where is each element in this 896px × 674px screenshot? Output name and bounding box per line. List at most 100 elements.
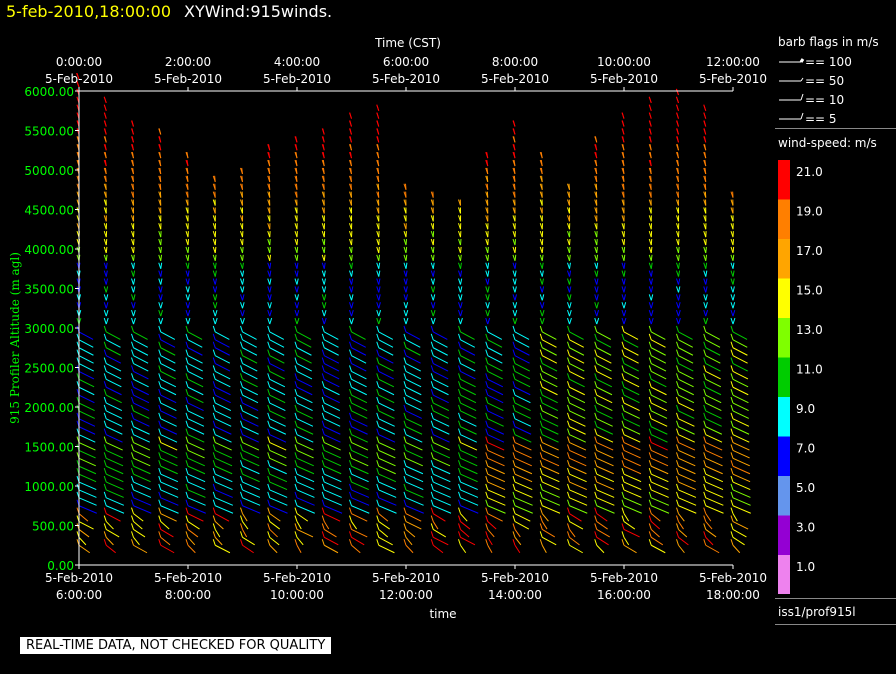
wind-barb-shaft — [678, 521, 684, 530]
wind-barb-shaft — [215, 513, 230, 522]
wind-barb-shaft — [623, 457, 641, 467]
wind-barb-shaft — [678, 434, 695, 443]
wind-barb-shaft — [460, 394, 477, 404]
wind-barb-shaft — [324, 339, 339, 348]
wind-barb-shaft — [215, 457, 233, 467]
wind-barb-shaft — [460, 363, 476, 372]
wind-barb-flag — [103, 341, 107, 348]
wind-barb-flag — [594, 523, 598, 530]
wind-barb-shaft — [215, 363, 231, 372]
wind-barb-shaft — [214, 529, 221, 538]
wind-barb-shaft — [651, 434, 668, 443]
wind-barb-flag — [730, 365, 734, 372]
wind-barb-shaft — [351, 310, 354, 317]
wind-barb-shaft — [242, 418, 259, 427]
wind-barb-shaft — [106, 513, 121, 522]
speed-scale-entry: 9.0 — [778, 397, 815, 437]
wind-barb-shaft — [732, 339, 748, 348]
wind-barb-shaft — [269, 386, 286, 396]
wind-barb-shaft — [405, 410, 422, 419]
wind-barb-flag — [703, 412, 707, 420]
wind-barb-flag — [185, 341, 189, 348]
wind-barb-shaft — [405, 473, 424, 483]
wind-barb-shaft — [651, 418, 668, 427]
wind-barb-shaft — [323, 310, 327, 317]
wind-barb-shaft — [433, 347, 448, 356]
wind-barb-flag — [267, 270, 271, 277]
wind-barb-shaft — [514, 347, 530, 356]
wind-barb-flag — [349, 333, 352, 341]
wind-barb-shaft — [705, 418, 722, 427]
wind-barb-shaft — [460, 497, 479, 506]
wind-barb-shaft — [187, 378, 204, 388]
wind-barb-shaft — [623, 528, 640, 538]
wind-barb-shaft — [596, 513, 608, 522]
wind-barb-flag — [648, 278, 652, 285]
wind-barb-shaft — [215, 331, 230, 340]
wind-barb-shaft — [569, 302, 572, 309]
wind-barb-flag — [621, 475, 625, 483]
wind-barb-shaft — [378, 402, 395, 412]
wind-barb-flag — [594, 309, 598, 317]
wind-barb-shaft — [106, 378, 122, 388]
wind-barb-shaft — [242, 465, 260, 475]
wind-barb-shaft — [269, 378, 286, 388]
wind-barb-flag — [403, 531, 407, 538]
wind-barb-shaft — [242, 363, 258, 372]
wind-barb-shaft — [433, 473, 451, 483]
wind-barb-flag — [648, 317, 652, 325]
wind-barb-flag — [131, 436, 134, 443]
wind-barb-shaft — [732, 457, 750, 467]
wind-barb-flag — [349, 483, 352, 491]
wind-barb-shaft — [623, 434, 641, 443]
wind-barb-shaft — [351, 317, 354, 325]
wind-barb-flag — [485, 286, 489, 293]
wind-barb-shaft — [705, 363, 721, 372]
wind-barb-flag — [321, 357, 325, 364]
wind-barb-shaft — [405, 394, 422, 404]
wind-barb-shaft — [487, 434, 505, 443]
wind-barb-flag — [648, 436, 652, 443]
wind-barb-flag — [267, 428, 271, 435]
wind-barb-shaft — [405, 442, 423, 451]
wind-barb-shaft — [296, 339, 312, 348]
wind-barb-shaft — [569, 513, 582, 522]
wind-barb-flag — [648, 531, 652, 538]
wind-barb-shaft — [569, 371, 585, 380]
wind-barb-shaft — [323, 317, 327, 325]
wind-barb-flag — [212, 270, 216, 277]
wind-barb-shaft — [542, 489, 560, 498]
wind-barb-flag — [485, 507, 489, 514]
wind-barb-flag — [240, 436, 243, 443]
wind-barb-flag — [567, 349, 570, 356]
wind-barb-shaft — [460, 521, 471, 530]
wind-barb-shaft — [514, 481, 533, 491]
wind-barb-flag — [158, 238, 162, 246]
wind-barb-shaft — [542, 449, 560, 459]
speed-scale-label: 3.0 — [796, 521, 815, 535]
wind-barb-shaft — [242, 426, 259, 435]
wind-barb-flag — [703, 246, 707, 254]
wind-barb-flag — [240, 428, 243, 435]
wind-barb-flag — [267, 523, 271, 530]
wind-barb-flag — [321, 365, 325, 372]
wind-barb-flag — [539, 539, 543, 546]
wind-barb-flag — [403, 436, 407, 443]
wind-barb-flag — [730, 420, 734, 427]
speed-scale-entry: 21.0 — [778, 160, 823, 200]
wind-barb-flag — [730, 467, 734, 475]
wind-barb-shaft — [678, 302, 681, 309]
wind-profile — [594, 136, 615, 554]
wind-barb-flag — [131, 531, 134, 538]
wind-barb-flag — [621, 270, 625, 277]
wind-barb-shaft — [378, 457, 396, 467]
wind-barb-shaft — [705, 394, 722, 404]
wind-barb-flag — [485, 278, 489, 285]
wind-barb-shaft — [678, 426, 695, 435]
wind-barb-flag — [676, 365, 679, 372]
wind-barb-shaft — [215, 505, 234, 514]
wind-barb-shaft — [705, 310, 709, 317]
wind-barb-flag — [621, 309, 625, 317]
wind-barb-shaft — [296, 386, 313, 396]
wind-barb-flag — [158, 475, 162, 483]
